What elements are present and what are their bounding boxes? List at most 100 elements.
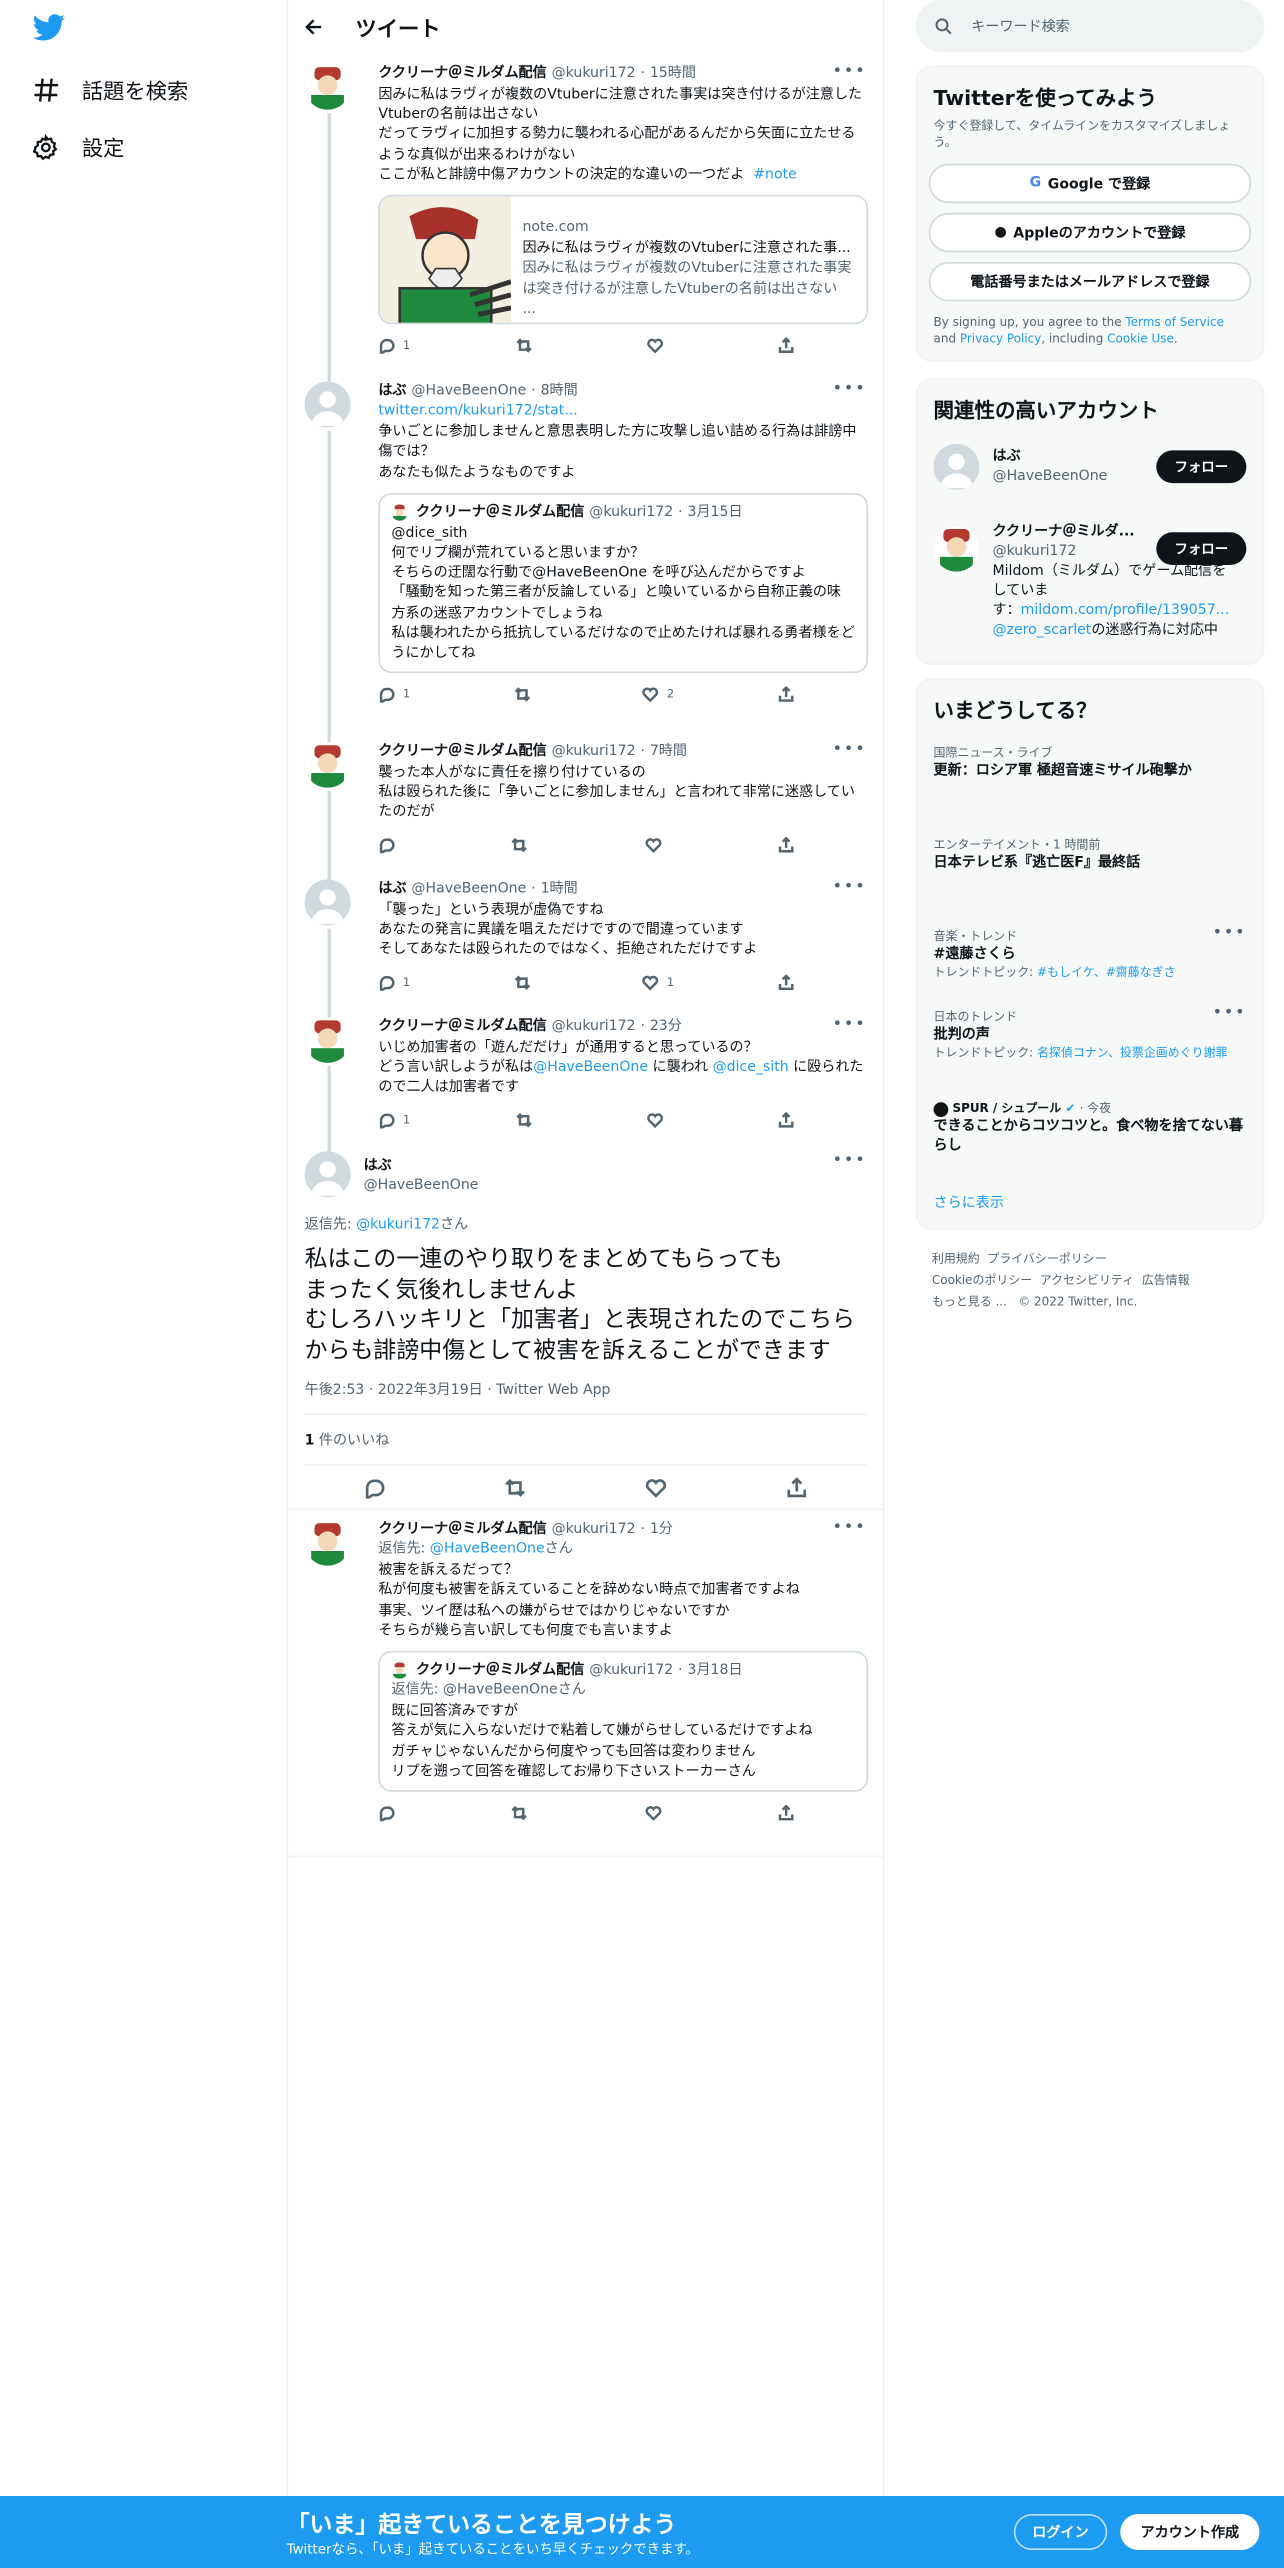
reply-button[interactable]: 1 [378,1110,410,1130]
author-handle[interactable]: @HaveBeenOne [364,1176,479,1196]
retweet-button[interactable] [514,974,539,990]
more-icon[interactable]: ••• [832,740,866,760]
more-icon[interactable]: ••• [832,1015,866,1035]
reply-tweet[interactable]: ククリーナ＠ミルダム配信 @kukuri172 · 1分 ••• 返信先: @Have… [288,1510,883,1858]
footer-link[interactable]: Cookieのポリシー [932,1273,1032,1288]
tweet-time[interactable]: 8時間 [541,381,578,401]
avatar[interactable] [304,1151,351,1198]
share-icon[interactable] [786,1476,807,1497]
tweet-timestamp[interactable]: 午後2:53 · 2022年3月19日 · Twitter Web App [304,1379,867,1416]
thread-tweet[interactable]: ククリーナ＠ミルダム配信 @kukuri172 · 7時間 ••• 襲った本人がなに責… [288,732,883,880]
login-button[interactable]: ログイン [1013,2514,1108,2551]
thread-tweet[interactable]: はぶ @HaveBeenOne · 8時間 ••• twitter.com/kukur… [288,372,883,742]
more-icon[interactable]: ••• [832,878,866,898]
like-button[interactable]: 1 [642,972,674,992]
privacy-link[interactable]: Privacy Policy [960,331,1041,346]
trend-item[interactable]: 国際ニュース・ライブ 更新：ロシア軍 極超音速ミサイル砲撃か [917,745,1263,837]
reply-button[interactable]: 1 [378,336,410,356]
reply-button[interactable]: 1 [378,972,410,992]
trend-item[interactable]: SPUR / シュプール ✔ · 今夜 できることからコツコツと。食べ物を捨てない… [917,1101,1263,1196]
like-button[interactable] [644,1805,661,1821]
author-name[interactable]: ククリーナ＠ミルダム配信 [378,1520,546,1540]
account-row[interactable]: ククリーナ＠ミルダ... @kukuri172 Mildom（ミルダム）でゲーム配信… [917,519,1263,647]
hashtag-link[interactable]: #note [753,167,797,183]
author-handle[interactable]: @HaveBeenOne [411,381,526,401]
author-name[interactable]: ククリーナ＠ミルダム配信 [378,1017,546,1037]
share-button[interactable] [778,686,794,703]
cookie-link[interactable]: Cookie Use [1107,331,1174,346]
reply-button[interactable] [378,836,403,853]
share-button[interactable] [778,1111,794,1127]
more-icon[interactable]: ••• [832,1518,866,1538]
link-card[interactable]: note.com 因みに私はラヴィが複数のVtuberに注意された事... 因みに私… [378,194,869,325]
footer-link[interactable]: プライバシーポリシー [987,1251,1106,1266]
avatar[interactable] [304,741,351,788]
retweet-button[interactable] [512,836,537,852]
footer-link[interactable]: 広告情報 [1142,1273,1190,1288]
like-button[interactable] [647,1111,672,1128]
back-arrow-icon[interactable] [305,18,323,36]
mention-link[interactable]: @dice_sith [713,1060,789,1076]
author-name[interactable]: ククリーナ＠ミルダム配信 [378,64,546,84]
footer-link[interactable]: もっと見る ... [932,1294,1007,1309]
author-name[interactable]: はぶ [364,1156,479,1176]
author-name[interactable]: ククリーナ＠ミルダム配信 [378,742,546,762]
retweet-button[interactable] [516,1111,541,1127]
like-button[interactable] [644,836,670,853]
trend-item[interactable]: 日本のトレンド 批判の声 トレンドトピック: 名探偵コナン、投票企画めぐり謝罪 ••• [917,1005,1263,1101]
retweet-icon[interactable] [505,1476,526,1497]
author-handle[interactable]: @HaveBeenOne [411,879,526,899]
like-button[interactable]: 2 [642,685,674,705]
avatar[interactable] [304,381,351,428]
avatar[interactable] [304,63,351,110]
thread-tweet[interactable]: ククリーナ＠ミルダム配信 @kukuri172 · 23分 ••• いじめ加害者の「遊… [288,1007,883,1155]
heart-icon[interactable] [645,1476,666,1497]
more-icon[interactable]: ••• [1212,1005,1246,1022]
twitter-logo-icon[interactable] [32,13,66,42]
trend-item[interactable]: エンターテイメント・1 時間前 日本テレビ系『逃亡医F』最終話 [917,837,1263,929]
more-icon[interactable]: ••• [832,1151,866,1169]
quote-tweet[interactable]: ククリーナ＠ミルダム配信 @kukuri172 · 3月18日 返信先: @HaveB… [378,1650,869,1792]
nav-settings[interactable]: 設定 [32,131,124,162]
author-handle[interactable]: @kukuri172 [552,1017,636,1037]
share-button[interactable] [778,337,794,353]
tweet-time[interactable]: 1分 [650,1520,673,1540]
avatar[interactable] [304,879,351,926]
author-handle[interactable]: @kukuri172 [552,64,636,84]
tweet-time[interactable]: 1時間 [541,879,578,899]
more-icon[interactable]: ••• [832,380,866,400]
search-input[interactable]: キーワード検索 [971,16,1070,36]
more-icon[interactable]: ••• [1212,925,1246,941]
thread-tweet[interactable]: ククリーナ＠ミルダム配信 @kukuri172 · 15時間 ••• 因みに私はラヴィ… [288,54,883,382]
avatar[interactable] [304,1017,351,1063]
retweet-button[interactable] [514,687,539,703]
apple-signup-button[interactable]: ● Appleのアカウントで登録 [928,212,1252,253]
show-more-link[interactable]: さらに表示 [917,1196,1263,1212]
reply-button[interactable]: 1 [378,685,410,705]
follow-button[interactable]: フォロー [1156,532,1247,566]
avatar[interactable] [304,1519,351,1566]
tweet-time[interactable]: 7時間 [650,742,687,762]
reply-button[interactable] [378,1805,395,1822]
author-name[interactable]: はぶ [378,879,406,899]
mention-link[interactable]: @kukuri172 [356,1217,440,1233]
bio-link[interactable]: mildom.com/profile/139057... [1021,603,1229,619]
retweet-button[interactable] [516,337,541,353]
follow-button[interactable]: フォロー [1156,450,1247,484]
account-row[interactable]: はぶ @HaveBeenOne フォロー [917,437,1263,519]
tweet-time[interactable]: 23分 [650,1017,682,1037]
author-handle[interactable]: @kukuri172 [552,1520,636,1540]
author-name[interactable]: はぶ [378,381,406,401]
mention-link[interactable]: @zero_scarlet [993,622,1092,638]
like-button[interactable] [647,337,672,354]
terms-link[interactable]: Terms of Service [1125,314,1223,329]
thread-tweet[interactable]: はぶ @HaveBeenOne · 1時間 ••• 「襲った」という表現が虚偽ですね … [288,870,883,1018]
tweet-link[interactable]: twitter.com/kukuri172/stat... [378,401,868,421]
reply-icon[interactable] [364,1476,385,1498]
footer-link[interactable]: 利用規約 [932,1251,980,1266]
nav-explore[interactable]: 話題を検索 [33,74,189,105]
share-button[interactable] [778,1804,794,1821]
share-button[interactable] [778,836,794,852]
mention-link[interactable]: @HaveBeenOne [533,1060,648,1076]
trend-item[interactable]: 音楽・トレンド #遠藤さくら トレンドトピック: #もしイケ、#齋藤なぎさ ••• [917,925,1263,996]
